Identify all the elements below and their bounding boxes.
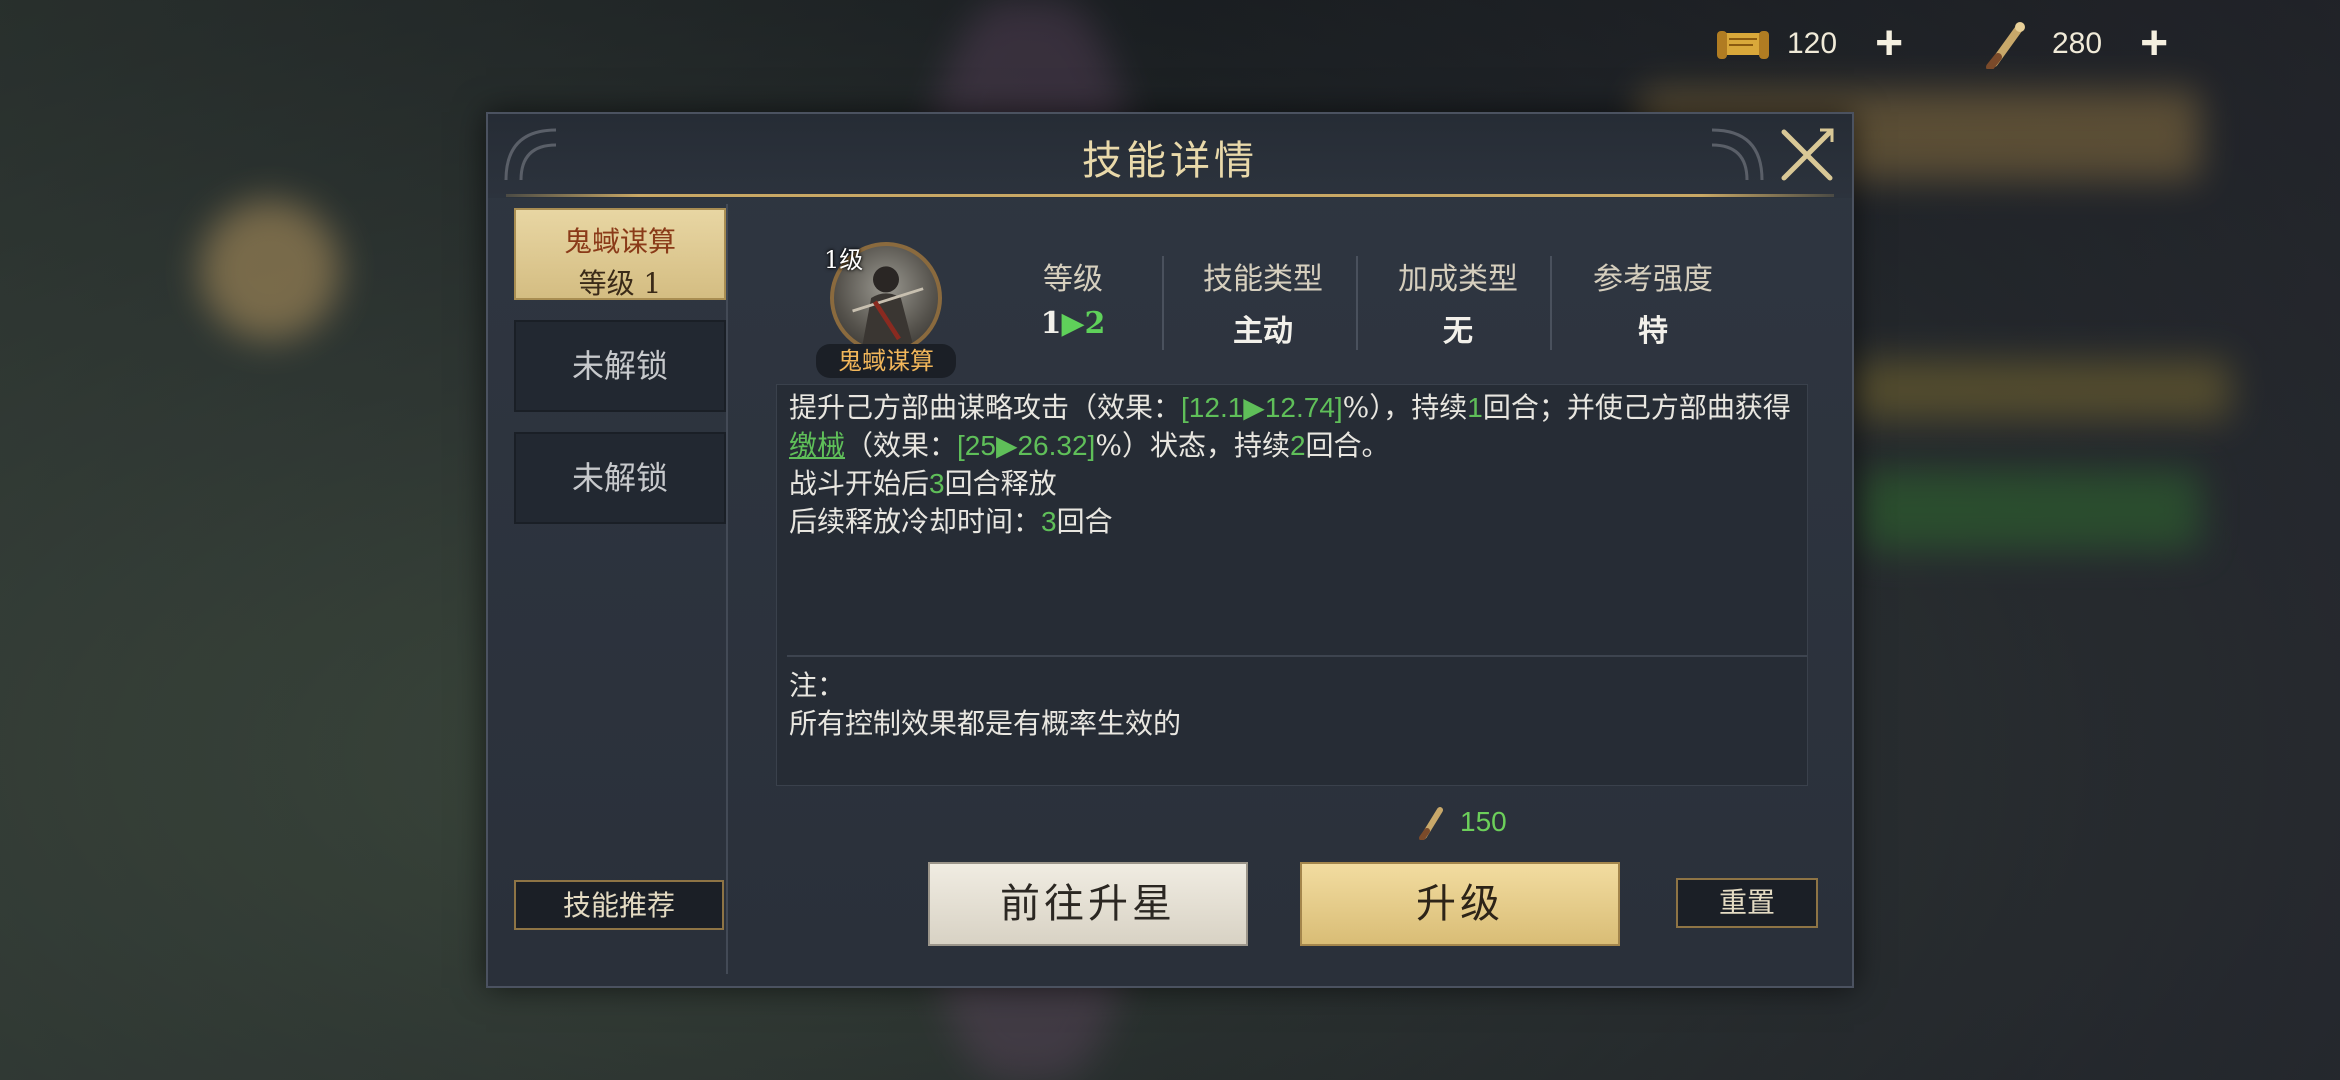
reset-button[interactable]: 重置 <box>1676 878 1818 928</box>
upgrade-button[interactable]: 升级 <box>1300 862 1620 946</box>
stat-value: 1▶2 <box>1040 306 1106 341</box>
background-blur-shape <box>1860 470 2200 550</box>
skill-note: 注： 所有控制效果都是有概率生效的 <box>789 667 1181 743</box>
stat-divider <box>1550 256 1552 350</box>
stat-label: 参考强度 <box>1593 262 1713 297</box>
stat-divider <box>1162 256 1164 350</box>
skill-detail-dialog: 技能详情 鬼蜮谋算 等级 1 未解锁 未解锁 技能推荐 1级 鬼蜮谋算 等级 1… <box>486 112 1854 988</box>
skill-avatar: 1级 鬼蜮谋算 <box>816 238 956 378</box>
skill-slot-level: 等级 1 <box>578 267 662 300</box>
stat-value: 特 <box>1638 314 1668 349</box>
skill-slot-locked[interactable]: 未解锁 <box>514 320 726 412</box>
stat-label: 技能类型 <box>1203 262 1323 297</box>
skill-slot-active[interactable]: 鬼蜮谋算 等级 1 <box>514 208 726 300</box>
background-blur-shape <box>1850 360 2230 420</box>
cost-amount: 150 <box>1460 806 1507 837</box>
header-divider <box>506 194 1834 197</box>
stat-value: 无 <box>1443 314 1473 349</box>
brush-icon <box>1986 22 2025 69</box>
skill-level-badge: 1级 <box>824 246 864 274</box>
close-icon[interactable] <box>1776 124 1838 186</box>
currency-scroll: 120 + <box>1715 18 1903 70</box>
brush-icon <box>1419 807 1443 840</box>
skill-slot-locked[interactable]: 未解锁 <box>514 432 726 524</box>
upgrade-cost: 150 <box>1416 804 1507 840</box>
description-cooldown: 后续释放冷却时间：3回合 <box>789 505 1113 538</box>
scroll-icon <box>1717 31 1769 59</box>
stat-label: 等级 <box>1043 262 1103 297</box>
skill-recommend-button[interactable]: 技能推荐 <box>514 880 724 930</box>
currency-amount: 280 <box>2052 27 2103 60</box>
skill-description-box: 提升己方部曲谋略攻击（效果：[12.1▶12.74]%），持续1回合；并使己方部… <box>776 384 1808 786</box>
stat-reference: 参考强度 特 <box>1558 254 1748 350</box>
note-label: 注： <box>789 669 846 702</box>
add-currency-button[interactable]: + <box>1875 20 1903 68</box>
stat-bonus-type: 加成类型 无 <box>1363 254 1553 350</box>
stat-level: 等级 1▶2 <box>978 254 1168 341</box>
skill-name-plate: 鬼蜮谋算 <box>816 344 956 378</box>
stat-value: 主动 <box>1233 314 1293 349</box>
description-trigger: 战斗开始后3回合释放 <box>789 467 1057 500</box>
background-blur-shape <box>200 200 340 340</box>
stat-divider <box>1356 256 1358 350</box>
goto-star-up-button[interactable]: 前往升星 <box>928 862 1248 946</box>
description-effect: 提升己方部曲谋略攻击（效果：[12.1▶12.74]%），持续1回合；并使己方部… <box>789 391 1791 462</box>
currency-amount: 120 <box>1787 27 1838 60</box>
dialog-title: 技能详情 <box>1082 138 1258 184</box>
skill-slot-name: 鬼蜮谋算 <box>563 225 676 258</box>
stat-skill-type: 技能类型 主动 <box>1168 254 1358 350</box>
description-divider <box>787 655 1807 657</box>
note-text: 所有控制效果都是有概率生效的 <box>789 707 1182 740</box>
stat-label: 加成类型 <box>1398 262 1518 297</box>
status-link[interactable]: 缴械 <box>789 429 845 462</box>
skill-description: 提升己方部曲谋略攻击（效果：[12.1▶12.74]%），持续1回合；并使己方部… <box>789 389 1799 541</box>
add-currency-button[interactable]: + <box>2140 20 2168 68</box>
currency-brush: 280 + <box>1980 18 2168 70</box>
